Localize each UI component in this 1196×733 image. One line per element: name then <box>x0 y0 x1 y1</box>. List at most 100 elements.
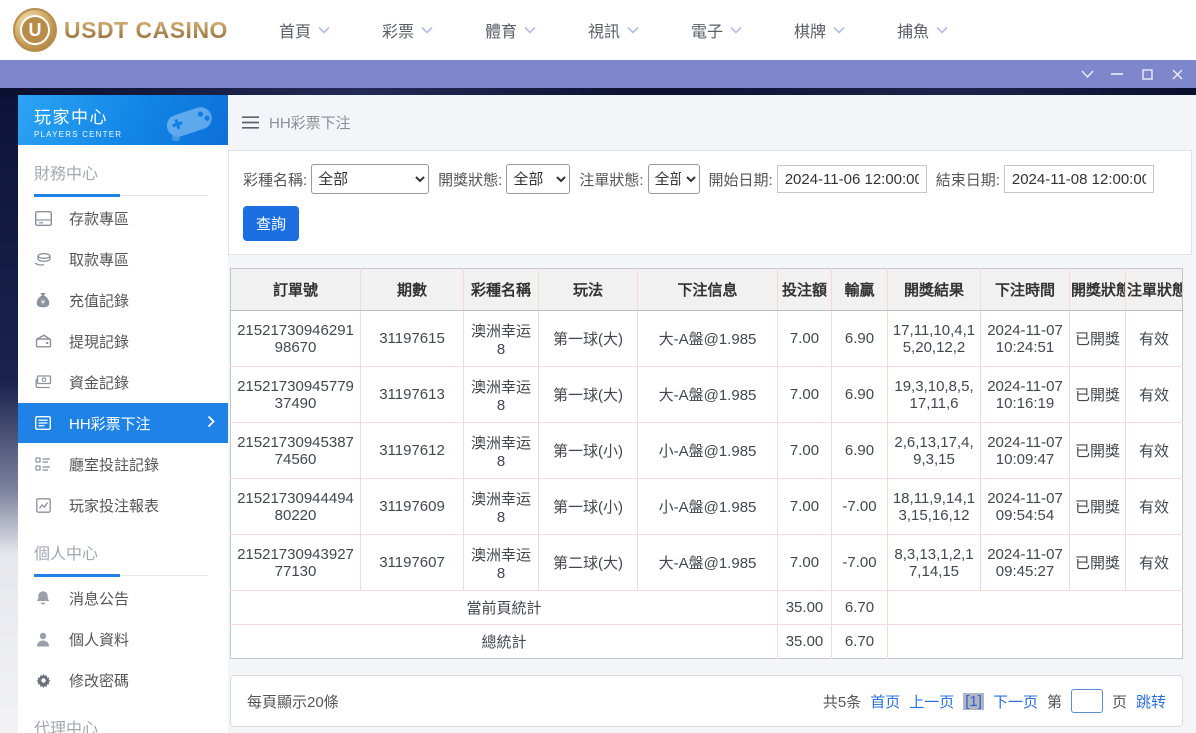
sidebar: 玩家中心 PLAYERS CENTER 財務中心 存款專區 取款專區 ¥ 充值記… <box>18 95 228 733</box>
total-summary-row: 總統計 35.00 6.70 <box>230 624 1183 659</box>
background-gutter <box>0 95 18 733</box>
withdrawal-record-icon <box>34 332 52 350</box>
search-button[interactable]: 查詢 <box>243 206 300 241</box>
cell-bet-amount: 7.00 <box>777 310 832 367</box>
column-header-period: 期數 <box>360 268 464 311</box>
cell-order-no: 2152173094629198670 <box>230 310 361 367</box>
sidebar-item-funds-record[interactable]: 資金記錄 <box>18 362 228 402</box>
summary-winloss: 6.70 <box>831 590 888 625</box>
current-page-indicator: [1] <box>963 692 984 710</box>
sidebar-item-label: HH彩票下注 <box>69 415 151 433</box>
cell-winloss: 6.90 <box>831 366 888 423</box>
cell-order-status: 有效 <box>1125 366 1183 423</box>
jump-button[interactable]: 跳转 <box>1136 691 1166 712</box>
nav-item-boardgames[interactable]: 棋牌 <box>768 0 871 60</box>
dropdown-icon[interactable] <box>1072 60 1102 88</box>
first-page-link[interactable]: 首页 <box>870 691 900 712</box>
sidebar-item-change-password[interactable]: 修改密碼 <box>18 660 228 700</box>
start-date-label: 開始日期: <box>708 171 773 189</box>
start-date-input[interactable] <box>776 165 927 193</box>
cell-order-no: 2152173094577937490 <box>230 366 361 423</box>
svg-text:¥: ¥ <box>41 298 46 306</box>
maximize-icon[interactable] <box>1132 60 1162 88</box>
sidebar-item-label: 存款專區 <box>69 210 130 228</box>
chevron-down-icon <box>524 26 536 34</box>
order-status-select[interactable]: 全部 <box>647 164 700 194</box>
cell-winloss: 6.90 <box>831 310 888 367</box>
nav-item-slots[interactable]: 電子 <box>665 0 768 60</box>
cell-bet-amount: 7.00 <box>777 366 832 423</box>
sidebar-item-recharge-record[interactable]: ¥ 充值記錄 <box>18 280 228 320</box>
cell-bet-info: 大-A盤@1.985 <box>637 310 778 367</box>
chevron-down-icon <box>627 26 639 34</box>
column-header-order-no: 訂單號 <box>230 268 361 311</box>
password-gear-icon <box>34 671 52 689</box>
sidebar-item-deposit[interactable]: 存款專區 <box>18 198 228 238</box>
end-date-input[interactable] <box>1003 165 1154 193</box>
lottery-name-select[interactable]: 全部 <box>311 164 430 194</box>
chevron-down-icon <box>421 26 433 34</box>
table-row: 2152173094449480220 31197609 澳洲幸运8 第一球(小… <box>230 478 1183 535</box>
nav-item-label: 首頁 <box>278 24 311 41</box>
nav-item-lottery[interactable]: 彩票 <box>356 0 459 60</box>
nav-item-live[interactable]: 視訊 <box>562 0 665 60</box>
pager-controls: 共5条 首页 上一页 [1] 下一页 第 页 跳转 <box>823 689 1166 713</box>
sidebar-item-label: 玩家投注報表 <box>69 497 160 515</box>
sidebar-item-withdrawal-record[interactable]: 提現記錄 <box>18 321 228 361</box>
cell-bet-amount: 7.00 <box>777 422 832 479</box>
nav-item-sports[interactable]: 體育 <box>459 0 562 60</box>
announcement-bell-icon <box>34 589 52 607</box>
sidebar-item-label: 個人資料 <box>69 631 130 649</box>
logo-text: USDT CASINO <box>64 16 228 43</box>
cell-winloss: 6.90 <box>831 422 888 479</box>
sidebar-item-profile[interactable]: 個人資料 <box>18 619 228 659</box>
total-count-text: 共5条 <box>822 693 862 711</box>
cell-play-type: 第一球(小) <box>538 478 638 535</box>
nav-item-label: 彩票 <box>381 24 414 41</box>
pagination-bar: 每頁顯示20條 共5条 首页 上一页 [1] 下一页 第 页 跳转 <box>230 675 1183 727</box>
room-bets-icon <box>34 455 52 473</box>
sidebar-item-hh-lottery-bets[interactable]: HH彩票下注 <box>18 403 228 443</box>
cell-order-status: 有效 <box>1125 310 1183 367</box>
cell-lottery-name: 澳洲幸运8 <box>463 310 539 367</box>
column-header-bet-time: 下注時間 <box>980 268 1070 311</box>
nav-item-fishing[interactable]: 捕魚 <box>871 0 974 60</box>
sidebar-item-announcements[interactable]: 消息公告 <box>18 578 228 618</box>
cell-draw-result: 2,6,13,17,4,9,3,15 <box>887 422 981 479</box>
cell-lottery-name: 澳洲幸运8 <box>463 422 539 479</box>
cell-bet-info: 大-A盤@1.985 <box>637 366 778 423</box>
top-navigation: 首頁 彩票 體育 視訊 電子 棋牌 捕魚 <box>253 0 974 60</box>
cell-bet-info: 小-A盤@1.985 <box>637 422 778 479</box>
sidebar-item-withdraw[interactable]: 取款專區 <box>18 239 228 279</box>
cell-period: 31197612 <box>360 422 464 479</box>
cell-bet-time: 2024-11-07 10:09:47 <box>980 422 1070 479</box>
prev-page-link[interactable]: 上一页 <box>909 691 954 712</box>
cell-draw-result: 19,3,10,8,5,17,11,6 <box>887 366 981 423</box>
usdt-casino-logo[interactable]: U USDT CASINO <box>0 8 228 52</box>
sidebar-item-label: 資金記錄 <box>69 374 130 392</box>
cell-period: 31197609 <box>360 478 464 535</box>
table-row: 2152173094538774560 31197612 澳洲幸运8 第一球(小… <box>230 422 1183 479</box>
minimize-icon[interactable] <box>1102 60 1132 88</box>
column-header-draw-status: 開獎狀態 <box>1069 268 1126 311</box>
recharge-record-icon: ¥ <box>34 291 52 309</box>
summary-label: 總統計 <box>230 624 778 659</box>
logo-letter: U <box>20 15 50 45</box>
profile-icon <box>34 630 52 648</box>
nav-item-label: 電子 <box>690 24 723 41</box>
menu-icon[interactable] <box>242 116 259 129</box>
page-jump-input[interactable] <box>1070 689 1103 713</box>
summary-bet-amount: 35.00 <box>777 624 832 659</box>
close-icon[interactable] <box>1162 60 1192 88</box>
nav-item-home[interactable]: 首頁 <box>253 0 356 60</box>
sidebar-item-player-bet-report[interactable]: 玩家投注報表 <box>18 485 228 525</box>
chevron-down-icon <box>730 26 742 34</box>
sidebar-item-label: 廳室投註記錄 <box>69 456 160 474</box>
next-page-link[interactable]: 下一页 <box>993 691 1038 712</box>
page-title: HH彩票下注 <box>269 115 351 132</box>
withdraw-icon <box>34 250 52 268</box>
sidebar-item-room-bet-record[interactable]: 廳室投註記錄 <box>18 444 228 484</box>
draw-status-select[interactable]: 全部 <box>506 164 571 194</box>
usdt-casino-logo-icon: U <box>13 8 57 52</box>
cell-draw-status: 已開獎 <box>1069 478 1126 535</box>
